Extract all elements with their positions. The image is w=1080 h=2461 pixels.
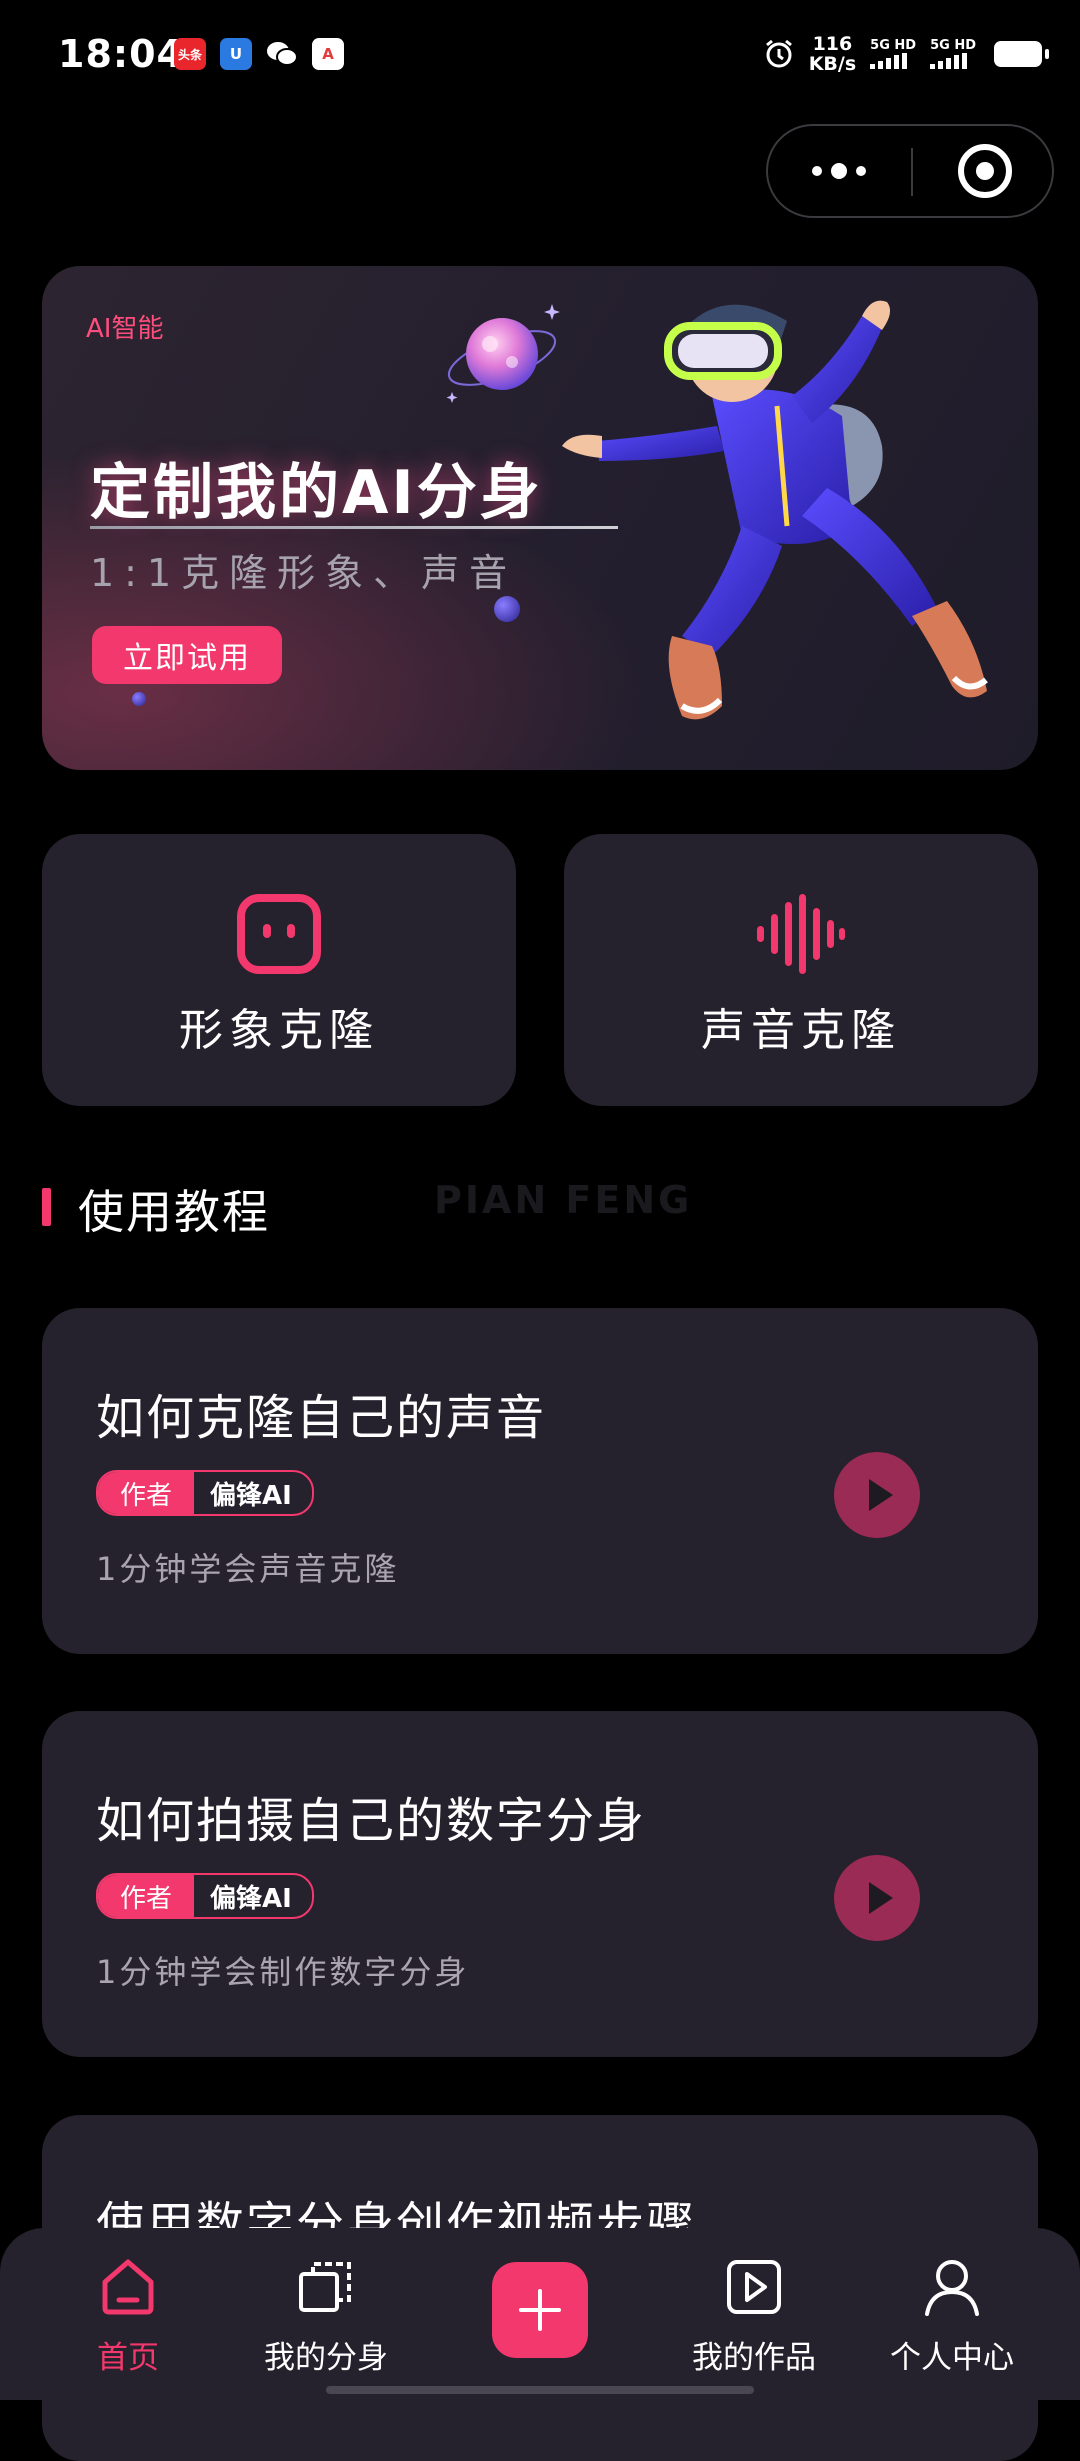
dot-icon (812, 166, 822, 176)
plus-icon (519, 2289, 561, 2331)
nav-my-avatar[interactable]: 我的分身 (246, 2256, 406, 2377)
author-role: 作者 (98, 1472, 195, 1514)
tutorial-card[interactable]: 如何克隆自己的声音 作者 偏锋AI 1分钟学会声音克隆 (42, 1308, 1038, 1654)
notification-icons: 头条 U A (174, 38, 344, 70)
watermark: PIAN FENG (434, 1178, 693, 1222)
nav-home-label: 首页 (97, 2340, 159, 2376)
nav-my-avatar-label: 我的分身 (264, 2340, 388, 2376)
image-clone-label: 形象克隆 (179, 1005, 379, 1056)
layers-icon (299, 2262, 351, 2312)
author-name: 偏锋AI (210, 1480, 292, 1511)
signal-bars-icon (930, 53, 968, 69)
planet-icon (446, 304, 560, 403)
create-button[interactable] (492, 2262, 588, 2358)
author-role: 作者 (98, 1875, 195, 1917)
capsule-divider (911, 148, 913, 196)
nav-home[interactable]: 首页 (48, 2256, 208, 2377)
dot-icon (831, 163, 847, 179)
play-icon[interactable] (834, 1452, 920, 1538)
tutorial-title: 如何拍摄自己的数字分身 (96, 1793, 647, 1849)
voice-clone-card[interactable]: 声音克隆 (564, 834, 1038, 1106)
banner-subtitle: 1:1克隆形象、声音 (90, 551, 518, 595)
promo-banner[interactable]: AI智能 定制我的AI分身 1:1克隆形象、声音 立即试用 (42, 266, 1038, 770)
banner-title: 定制我的AI分身 (90, 458, 543, 528)
dot-icon (856, 166, 866, 176)
bottom-nav: 首页 我的分身 我的作品 个人中心 (0, 2228, 1080, 2400)
signal-sim1: 5G HD (870, 39, 916, 69)
nav-my-works-label: 我的作品 (692, 2340, 816, 2376)
sound-wave-icon (757, 894, 845, 974)
home-icon (102, 2259, 154, 2315)
net-speed: 116 KB/s (809, 34, 856, 74)
nav-profile[interactable]: 个人中心 (872, 2256, 1032, 2377)
tutorial-title: 如何克隆自己的声音 (96, 1390, 547, 1446)
nav-my-works[interactable]: 我的作品 (674, 2256, 834, 2377)
alarm-icon (765, 39, 792, 68)
banner-tag: AI智能 (86, 314, 164, 344)
play-square-icon (727, 2260, 781, 2314)
section-marker (42, 1188, 51, 1226)
a-app-icon: A (312, 38, 344, 70)
image-clone-card[interactable]: 形象克隆 (42, 834, 516, 1106)
vr-boy-illustration (562, 300, 988, 720)
author-tag: 作者 偏锋AI (96, 1873, 314, 1919)
signal-bars-icon (870, 53, 908, 69)
nav-profile-label: 个人中心 (890, 2340, 1014, 2376)
wechat-icon (266, 38, 298, 70)
more-button[interactable] (768, 126, 910, 216)
user-icon (925, 2260, 979, 2316)
section-title: 使用教程 (78, 1185, 270, 1239)
tutorial-desc: 1分钟学会制作数字分身 (96, 1953, 470, 1991)
play-icon[interactable] (834, 1855, 920, 1941)
voice-clone-label: 声音克隆 (701, 1005, 901, 1056)
status-bar: 18:04 头条 U A 116 KB/s 5G HD 5G HD (0, 0, 1080, 110)
status-right: 116 KB/s 5G HD 5G HD (763, 34, 1049, 74)
tutorial-card[interactable]: 如何拍摄自己的数字分身 作者 偏锋AI 1分钟学会制作数字分身 (42, 1711, 1038, 2057)
orb-decoration (132, 692, 146, 706)
sim2-label: 5G HD (930, 38, 976, 53)
home-indicator (326, 2386, 754, 2394)
signal-sim2: 5G HD (930, 39, 976, 69)
toutiao-app-icon: 头条 (174, 38, 206, 70)
u-app-icon: U (220, 38, 252, 70)
capsule-menu (766, 124, 1054, 218)
close-miniprogram-button[interactable] (958, 144, 1012, 198)
sim1-label: 5G HD (870, 38, 917, 53)
net-speed-value: 116 (812, 33, 853, 55)
status-time: 18:04 (58, 32, 184, 76)
robot-face-icon (237, 894, 321, 974)
orb-decoration (494, 596, 520, 622)
battery-icon (994, 41, 1049, 67)
author-name: 偏锋AI (210, 1883, 292, 1914)
tutorial-desc: 1分钟学会声音克隆 (96, 1550, 400, 1588)
try-now-button[interactable]: 立即试用 (92, 626, 282, 684)
author-tag: 作者 偏锋AI (96, 1470, 314, 1516)
net-speed-unit: KB/s (808, 53, 857, 75)
banner-divider (90, 526, 618, 529)
